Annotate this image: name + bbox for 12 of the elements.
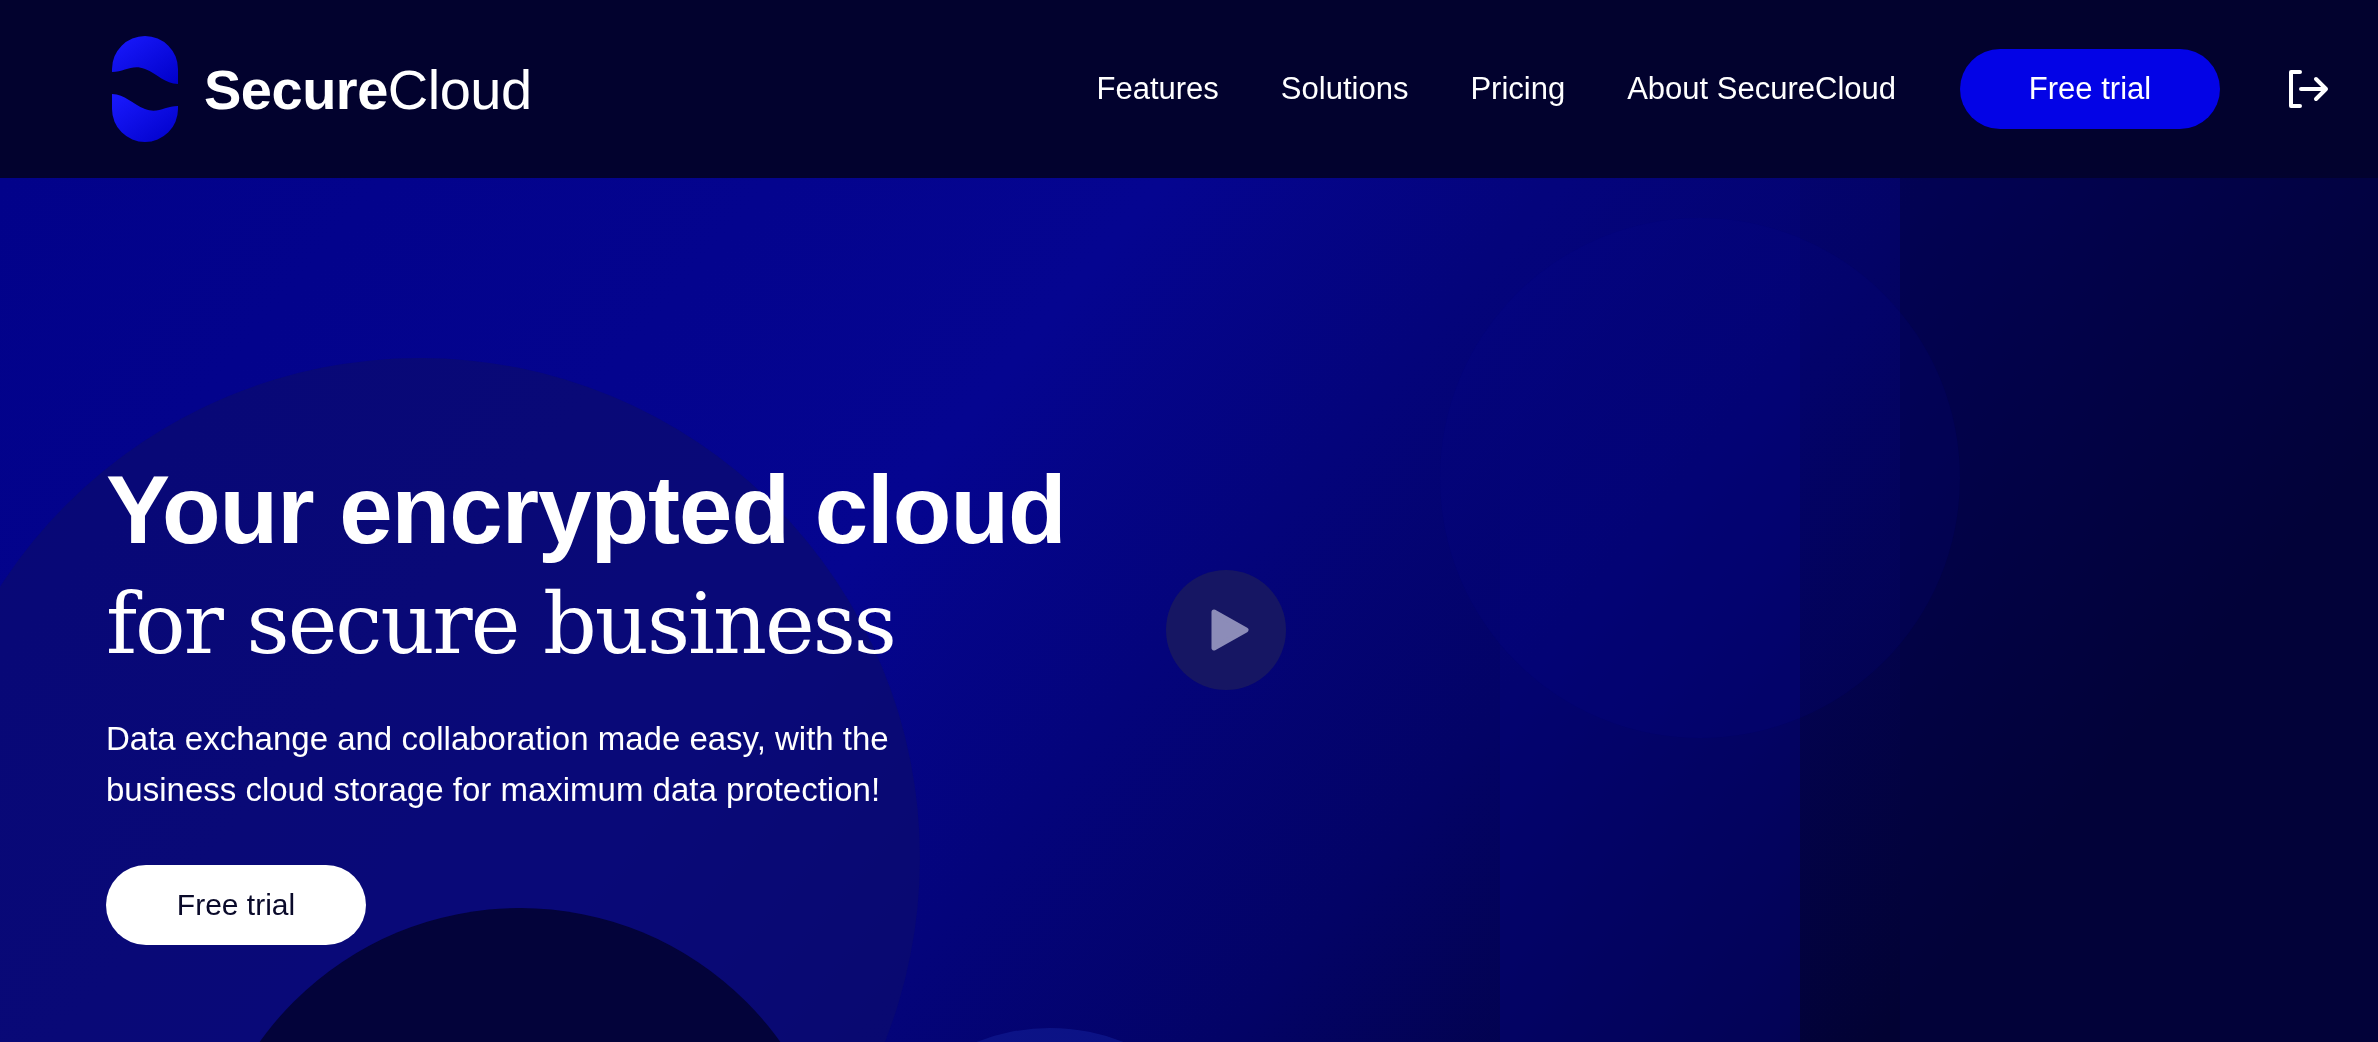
logo-wordmark[interactable]: SecureCloud: [204, 56, 532, 122]
nav-link[interactable]: Solutions: [1280, 71, 1409, 107]
nav-link[interactable]: Pricing: [1470, 71, 1566, 107]
hero-description: Data exchange and collaboration made easy, with the business cloud storage for maximum data protection!: [106, 719, 889, 810]
hero-headline: Your encrypted cloud: [106, 455, 1066, 565]
play-icon: [1210, 608, 1250, 652]
login-icon[interactable]: [2286, 69, 2330, 109]
hero-subheadline: for secure business: [106, 574, 895, 675]
free-trial-button[interactable]: Free trial: [106, 865, 366, 945]
nav-link[interactable]: About SecureCloud: [1627, 71, 1896, 107]
nav-link[interactable]: Features: [1096, 71, 1219, 107]
free-trial-button[interactable]: Free trial: [1960, 49, 2220, 129]
